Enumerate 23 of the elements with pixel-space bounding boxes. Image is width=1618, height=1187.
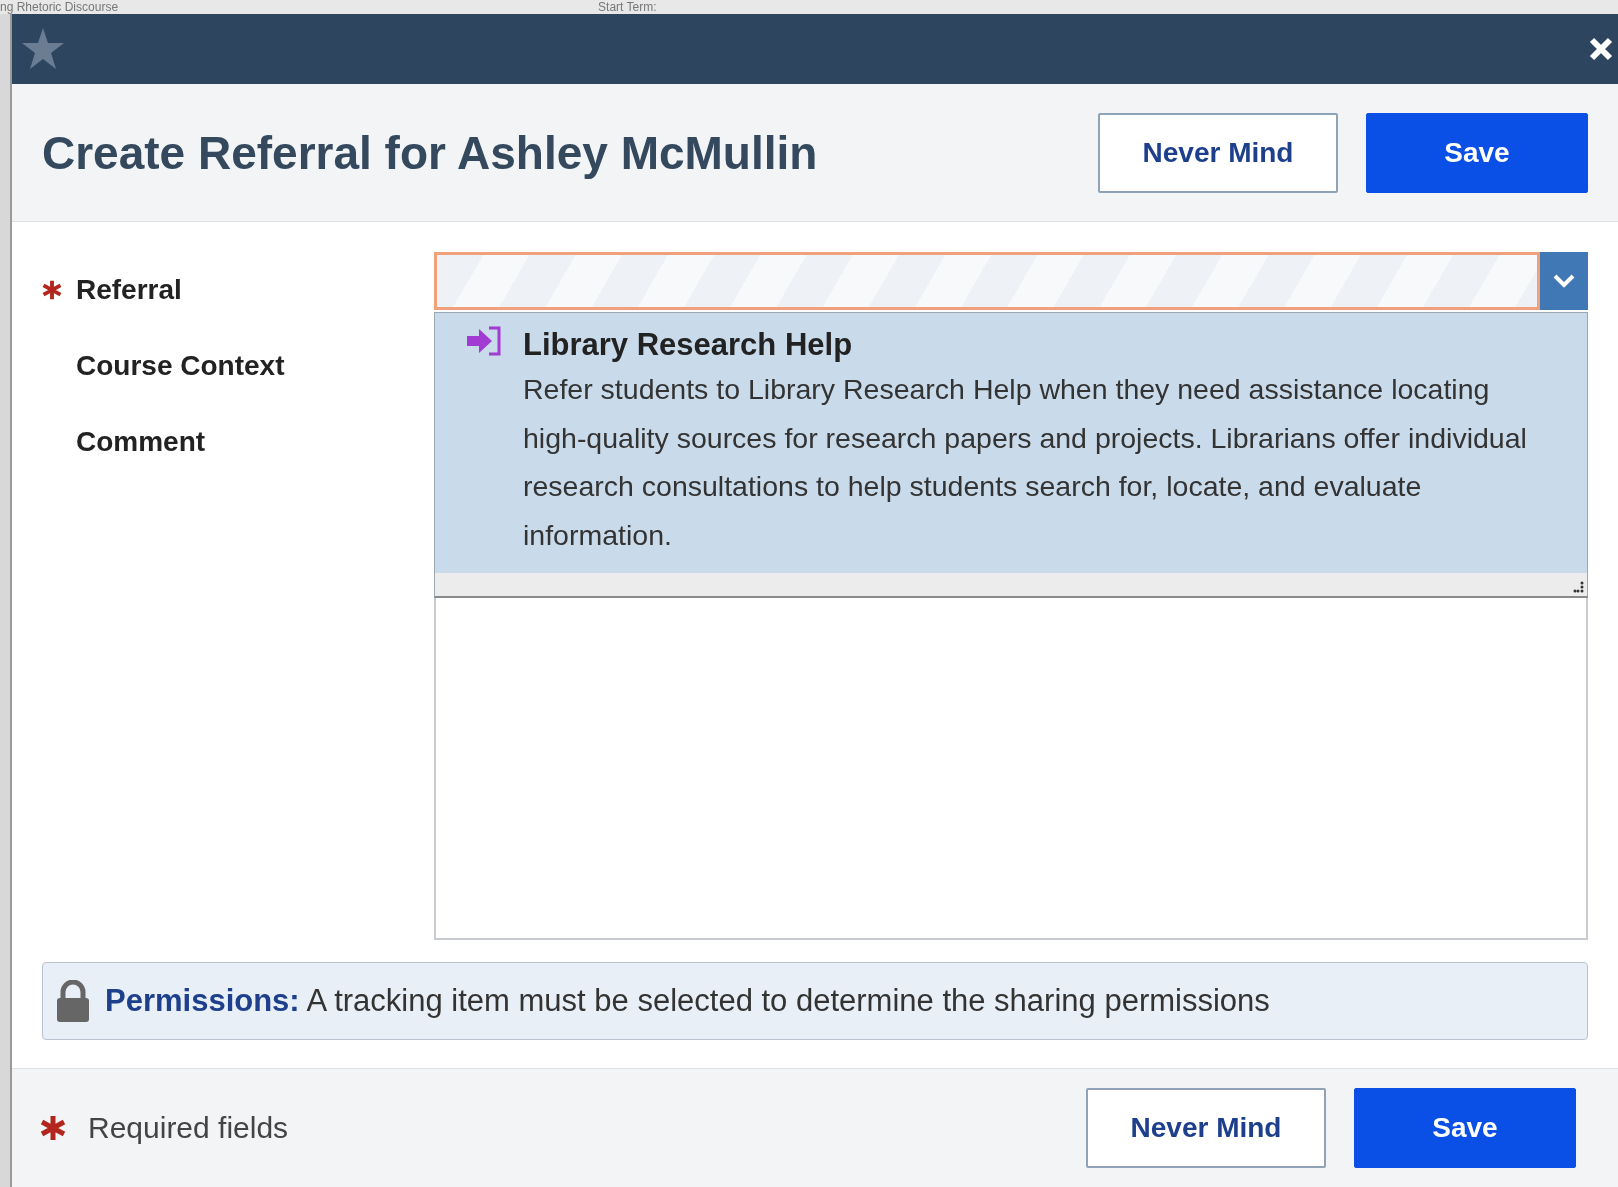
dropdown-button[interactable] [1540, 252, 1588, 310]
field-label: Referral [76, 274, 182, 306]
permissions-message: Permissions: A tracking item must be selected to determine the sharing permissions [105, 983, 1270, 1019]
option-description: Refer students to Library Research Help when they need assistance locating high-quality sources for research papers and projects. Librarians offer individual research consultations to help students search for, locate, and evaluate information. [523, 372, 1528, 553]
close-icon[interactable] [1588, 36, 1614, 62]
required-asterisk-icon [40, 1115, 66, 1141]
field-label: Course Context [76, 350, 285, 382]
field-label: Comment [76, 426, 206, 458]
background-text: ng Rhetoric Discourse [0, 0, 119, 14]
referral-input[interactable] [434, 252, 1540, 310]
cancel-button[interactable]: Never Mind [1086, 1088, 1326, 1168]
sign-in-arrow-icon [465, 325, 503, 357]
chevron-down-icon [1553, 274, 1575, 288]
background-text: Start Term: [598, 0, 657, 14]
resize-grip-icon[interactable] [1572, 581, 1584, 593]
lock-icon [55, 980, 91, 1022]
dialog-title: Create Referral for Ashley McMullin [42, 125, 819, 180]
save-button[interactable]: Save [1354, 1088, 1576, 1168]
save-button[interactable]: Save [1366, 112, 1588, 193]
cancel-button[interactable]: Never Mind [1098, 112, 1338, 193]
star-logo-icon [20, 26, 66, 72]
option-title: Library Research Help [523, 326, 854, 364]
required-fields-note: Required fields [88, 1111, 289, 1145]
